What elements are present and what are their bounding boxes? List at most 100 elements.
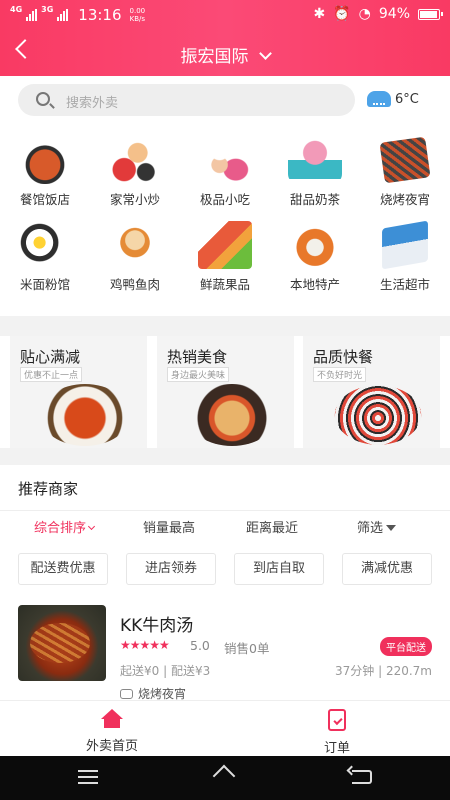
order-icon xyxy=(328,709,346,731)
category-item[interactable]: 甜品奶茶 xyxy=(270,124,360,209)
noodle-dish-image xyxy=(187,384,277,446)
delivery-distance: 37分钟 | 220.7m xyxy=(335,664,432,678)
fruit-plate-icon xyxy=(198,221,252,269)
weather-icon xyxy=(367,91,391,107)
category-item[interactable]: 鲜蔬果品 xyxy=(180,209,270,294)
wifi-icon: ◔ xyxy=(358,6,371,22)
category-label: 烧烤夜宵 xyxy=(379,192,430,207)
shop-image xyxy=(18,605,106,681)
promo-tag: 优惠不止一点 xyxy=(20,367,83,382)
network-type-2: 3G xyxy=(41,5,54,14)
category-label: 餐馆饭店 xyxy=(19,192,70,207)
sort-label: 距离最近 xyxy=(246,521,299,536)
promo-card[interactable]: 品质快餐 不负好时光 xyxy=(303,336,440,448)
category-item[interactable]: 生活超市 xyxy=(360,209,450,294)
promo-title: 热销美食 xyxy=(167,348,228,366)
supermarket-icon xyxy=(382,220,428,270)
category-section: 搜索外卖 6°C 餐馆饭店 家常小炒 极品小吃 甜品奶茶 烧烤夜宵 米面粉馆 鸡… xyxy=(0,76,450,316)
chef-girl-icon xyxy=(108,136,162,184)
category-label: 米面粉馆 xyxy=(19,277,70,292)
tab-orders[interactable]: 订单 xyxy=(277,709,397,756)
category-label: 甜品奶茶 xyxy=(289,192,340,207)
sushi-dish-image xyxy=(334,385,422,445)
temperature: 6°C xyxy=(395,91,419,107)
signal-icon xyxy=(26,9,38,21)
promo-card[interactable]: 热销美食 身边最火美味 xyxy=(157,336,294,448)
category-label: 鸡鸭鱼肉 xyxy=(109,277,160,292)
category-item[interactable]: 餐馆饭店 xyxy=(0,124,90,209)
back-button-icon[interactable] xyxy=(352,770,372,784)
promo-card[interactable]: 贴心满减 优惠不止一点 xyxy=(10,336,147,448)
chip-delivery-discount[interactable]: 配送费优惠 xyxy=(18,553,108,585)
category-item[interactable]: 鸡鸭鱼肉 xyxy=(90,209,180,294)
home-icon xyxy=(100,709,124,729)
search-placeholder: 搜索外卖 xyxy=(66,96,119,111)
rating-value: 5.0 xyxy=(190,638,210,653)
filter-button[interactable]: 筛选 xyxy=(357,517,397,536)
category-icon xyxy=(120,688,133,699)
nav-bar: 振宏国际 xyxy=(0,30,450,76)
location-selector[interactable]: 振宏国际 xyxy=(0,42,450,67)
weather-widget: 6°C xyxy=(367,91,419,107)
barbecue-icon xyxy=(379,136,431,184)
chip-self-pickup[interactable]: 到店自取 xyxy=(234,553,324,585)
alarm-icon: ⏰ xyxy=(333,6,351,22)
chevron-down-icon xyxy=(258,47,272,60)
tab-bar: 外卖首页 订单 xyxy=(0,700,450,756)
chef-icon xyxy=(198,136,252,184)
promo-section: 贴心满减 优惠不止一点 热销美食 身边最火美味 品质快餐 不负好时光 xyxy=(0,336,450,448)
home-button-icon[interactable] xyxy=(212,770,240,784)
delivery-fee: 起送¥0 | 配送¥3 xyxy=(120,664,211,678)
menu-icon[interactable] xyxy=(78,770,98,784)
signal-icon-2 xyxy=(57,9,69,21)
category-label: 本地特产 xyxy=(289,277,340,292)
tab-label: 订单 xyxy=(323,741,350,756)
chevron-down-icon xyxy=(87,522,96,531)
girl-icon xyxy=(108,221,162,269)
header: 4G 3G 13:16 0.00 KB/s ✱ ⏰ ◔ 94% 振宏国际 xyxy=(0,0,450,76)
fried-egg-icon xyxy=(18,221,72,269)
category-item[interactable]: 本地特产 xyxy=(270,209,360,294)
status-bar: 4G 3G 13:16 0.00 KB/s ✱ ⏰ ◔ 94% xyxy=(0,0,450,30)
chip-store-coupon[interactable]: 进店领券 xyxy=(126,553,216,585)
net-speed: 0.00 KB/s xyxy=(129,7,146,23)
sort-label: 筛选 xyxy=(357,521,384,536)
divider xyxy=(0,510,450,511)
tab-label: 外卖首页 xyxy=(85,739,138,754)
sort-label: 综合排序 xyxy=(34,521,87,536)
shop-card[interactable]: KK牛肉汤 ★★★★★ 5.0 销售0单 平台配送 起送¥0 | 配送¥3 37… xyxy=(0,605,450,705)
promo-tag: 身边最火美味 xyxy=(167,367,230,382)
sales-count: 销售0单 xyxy=(224,641,270,656)
shop-name: KK牛肉汤 xyxy=(120,616,194,636)
sort-distance[interactable]: 距离最近 xyxy=(246,517,298,536)
clock: 13:16 xyxy=(78,6,122,24)
category-label: 家常小炒 xyxy=(109,192,160,207)
sort-label: 销量最高 xyxy=(143,521,196,536)
category-label: 极品小吃 xyxy=(199,192,250,207)
category-item[interactable]: 极品小吃 xyxy=(180,124,270,209)
search-input[interactable]: 搜索外卖 xyxy=(18,84,355,116)
promo-title: 贴心满减 xyxy=(20,348,81,366)
category-item[interactable]: 家常小炒 xyxy=(90,124,180,209)
search-icon xyxy=(36,92,50,106)
battery-level: 94% xyxy=(378,6,410,22)
hotpot-dish-image xyxy=(40,384,130,446)
sort-comprehensive[interactable]: 综合排序 xyxy=(34,517,96,536)
rating-stars: ★★★★★ xyxy=(120,638,170,652)
promo-tag: 不负好时光 xyxy=(313,367,367,382)
delivery-badge: 平台配送 xyxy=(380,637,432,656)
bluetooth-icon: ✱ xyxy=(313,6,326,22)
battery-icon xyxy=(418,8,443,20)
network-type: 4G xyxy=(10,5,23,14)
tab-home[interactable]: 外卖首页 xyxy=(52,709,172,754)
specialty-bag-icon xyxy=(288,221,342,269)
sort-sales[interactable]: 销量最高 xyxy=(143,517,195,536)
page-title: 振宏国际 xyxy=(180,47,249,67)
section-title: 推荐商家 xyxy=(18,480,79,498)
hotpot-icon xyxy=(18,136,72,184)
filter-icon xyxy=(386,525,397,531)
category-item[interactable]: 米面粉馆 xyxy=(0,209,90,294)
chip-full-reduction[interactable]: 满减优惠 xyxy=(342,553,432,585)
category-label: 鲜蔬果品 xyxy=(199,277,250,292)
category-item[interactable]: 烧烤夜宵 xyxy=(360,124,450,209)
